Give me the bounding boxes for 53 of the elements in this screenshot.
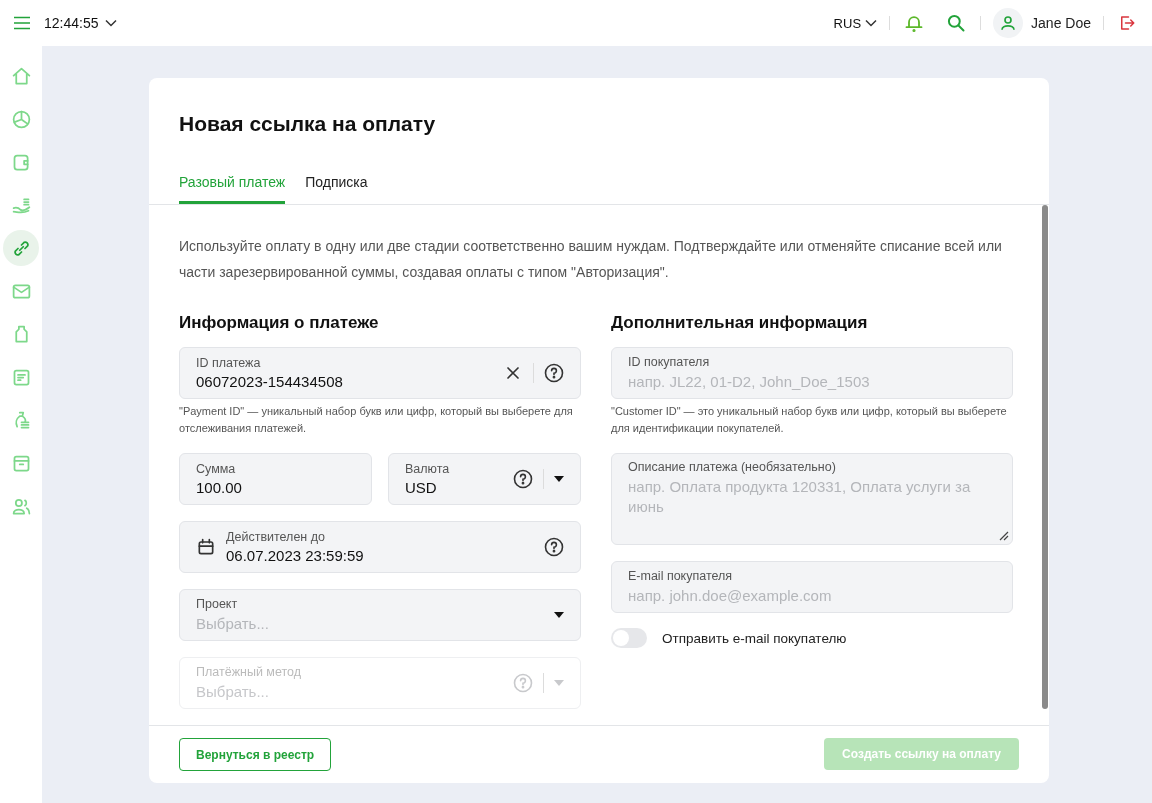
scrollbar[interactable] [1042, 205, 1048, 709]
field-value: 100.00 [196, 479, 243, 496]
dropdown-arrow-icon[interactable] [554, 612, 564, 618]
placeholder: напр. JL22, 01-D2, John_Doe_1503 [628, 371, 871, 392]
intro-text: Используйте оплату в одну или две стадии соответственно вашим нуждам. Подтверждайте или отменяйте списание всей или части зарезервированной суммы, создавая оплаты с типом "Авторизация". [179, 237, 1003, 282]
toggle-label: Отправить e-mail покупателю [662, 630, 847, 646]
tab[interactable]: Подписка [305, 174, 368, 204]
field-value: 06072023-154434508 [196, 373, 344, 390]
field-hint: "Payment ID" — уникальный набор букв или цифр, который вы выберете для отслеживания платежей. [179, 404, 574, 436]
placeholder: напр. Оплата продукта 120331, Оплата услуги за июнь [628, 477, 972, 517]
field-label: Валюта [405, 462, 451, 476]
field-label: Действителен до [226, 530, 326, 544]
help-icon[interactable] [544, 537, 564, 557]
user-menu[interactable]: Jane Doe [993, 8, 1091, 38]
field-value: 06.07.2023 23:59:59 [226, 547, 365, 564]
toggle-switch[interactable] [611, 628, 647, 648]
section-heading: Дополнительная информация [611, 313, 869, 333]
dropdown-arrow-icon[interactable] [554, 476, 564, 482]
field-value: USD [405, 479, 438, 496]
chevron-icon [104, 19, 117, 27]
placeholder: Выбрать... [196, 613, 270, 634]
language-dropdown[interactable]: RUS [833, 15, 878, 31]
home-icon [10, 65, 32, 87]
page-title: Новая ссылка на оплату [179, 112, 437, 136]
placeholder: напр. john.doe@example.com [628, 585, 833, 606]
field-label: Проект [196, 596, 239, 611]
help-icon[interactable] [544, 363, 564, 383]
input-field[interactable]: Сумма 100.00 [179, 453, 372, 505]
input-field[interactable]: E-mail покупателя напр. john.doe@example.com [611, 561, 1013, 613]
field-label: ID платежа [196, 356, 262, 370]
calendar-icon [196, 537, 216, 557]
clock-dropdown[interactable]: 12:44:55 [44, 15, 117, 31]
resize-handle-icon[interactable] [999, 531, 1009, 541]
input-field[interactable]: ID покупателя напр. JL22, 01-D2, John_Doe_1503 [611, 347, 1013, 399]
field-hint: "Customer ID" — это уникальный набор букв или цифр, который вы выберете для идентификации покупателей. [611, 404, 1008, 436]
field-label: Платёжный метод [196, 664, 303, 679]
pie-chart-icon [10, 108, 32, 130]
help-icon[interactable] [513, 469, 533, 489]
field-label: ID покупателя [628, 354, 711, 369]
menu-icon[interactable] [14, 16, 30, 30]
sidebar-item[interactable] [3, 230, 39, 266]
select-field[interactable]: Проект Выбрать... [179, 589, 581, 641]
field-label: E-mail покупателя [628, 568, 734, 583]
chevron-icon [865, 19, 878, 27]
section-heading: Информация о платеже [179, 313, 380, 333]
user-icon [999, 14, 1018, 32]
date-field[interactable]: Действителен до 06.07.2023 23:59:59 [179, 521, 581, 573]
placeholder: Выбрать... [196, 681, 270, 702]
select-field[interactable]: Валюта USD [388, 453, 581, 505]
field-label: Сумма [196, 462, 237, 476]
input-field[interactable]: Описание платежа (необязательно) напр. Оплата продукта 120331, Оплата услуги за июнь [611, 453, 1013, 545]
input-field[interactable]: ID платежа 06072023-154434508 [179, 347, 581, 399]
field-label: Описание платежа (необязательно) [628, 460, 837, 474]
